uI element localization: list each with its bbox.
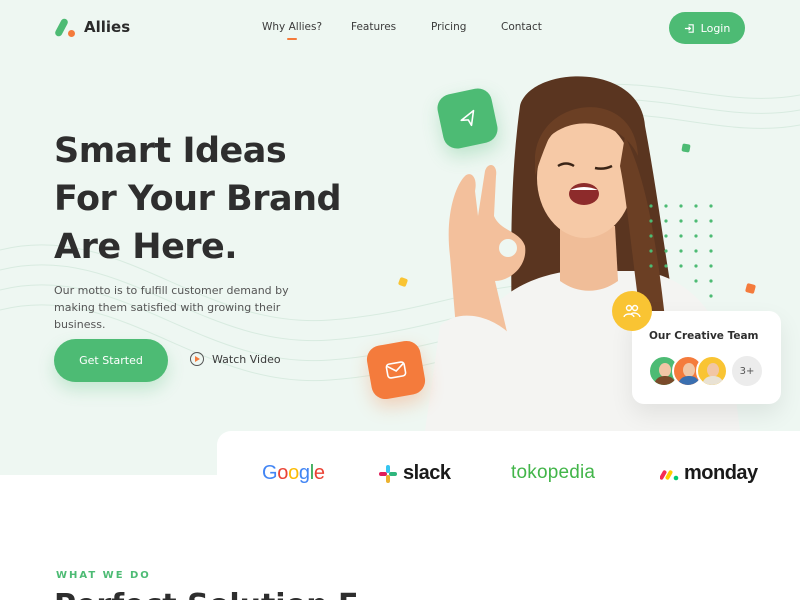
nav-item-features[interactable]: Features: [351, 21, 396, 33]
hero-motto: Our motto is to fulfill customer demand …: [54, 284, 289, 331]
headline-line-2: For Your Brand: [54, 179, 342, 219]
play-icon: [190, 352, 204, 366]
team-icon: [623, 304, 641, 318]
mail-badge: [364, 338, 428, 402]
nav-item-pricing[interactable]: Pricing: [431, 21, 466, 33]
headline-line-3: Are Here.: [54, 227, 238, 267]
watch-video-button[interactable]: Watch Video: [190, 352, 281, 366]
login-icon: [684, 23, 694, 33]
monday-wordmark: monday: [684, 462, 758, 484]
section-heading: Perfect Solution F: [54, 588, 358, 600]
slack-logo: slack: [378, 462, 451, 485]
nav-item-contact[interactable]: Contact: [501, 21, 542, 33]
hero-headline: Smart Ideas For Your Brand Are Here.: [54, 127, 374, 271]
headline-line-1: Smart Ideas: [54, 131, 287, 171]
nav-item-why-allies[interactable]: Why Allies?: [262, 21, 322, 33]
get-started-button[interactable]: Get Started: [54, 339, 168, 382]
avatar[interactable]: [696, 355, 728, 387]
decor-dot-grid: [649, 204, 713, 298]
paper-plane-icon: [459, 109, 474, 126]
section-eyebrow: WHAT WE DO: [56, 570, 151, 581]
mail-icon: [385, 361, 407, 379]
decor-square-green: [681, 143, 691, 153]
more-members-count[interactable]: 3+: [732, 356, 762, 386]
google-logo: Google: [262, 462, 325, 484]
slack-icon: [379, 464, 397, 483]
slack-wordmark: slack: [403, 462, 451, 484]
monday-icon: [660, 469, 679, 480]
monday-logo: monday: [660, 462, 758, 485]
watch-video-label: Watch Video: [212, 352, 281, 366]
team-avatars: 3+: [648, 355, 762, 387]
team-card-title: Our Creative Team: [649, 330, 759, 342]
team-badge: [612, 291, 652, 331]
login-label: Login: [700, 21, 731, 35]
tokopedia-logo: tokopedia: [511, 462, 596, 483]
login-button[interactable]: Login: [669, 12, 745, 44]
